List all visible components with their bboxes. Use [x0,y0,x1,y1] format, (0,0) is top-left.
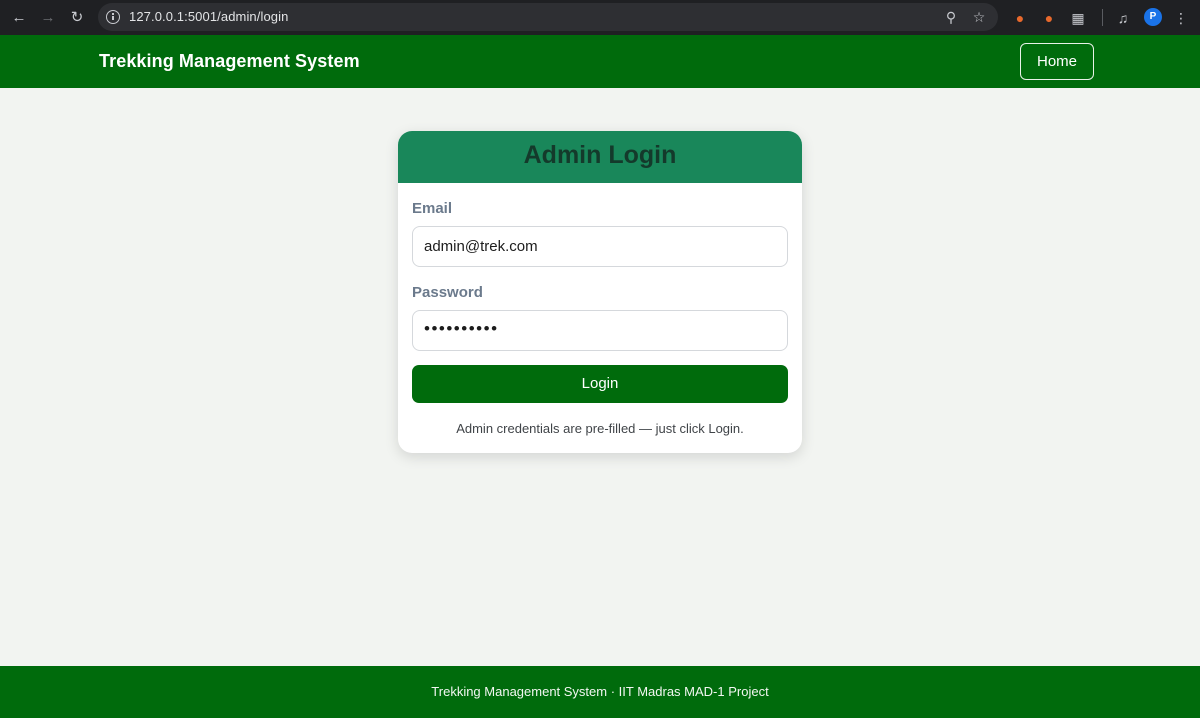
password-value: •••••••••• [424,319,499,338]
login-button[interactable]: Login [412,365,788,403]
card-title: Admin Login [523,141,677,169]
url-text[interactable]: 127.0.0.1:5001/admin/login [129,9,288,24]
prefill-hint: Admin credentials are pre-filled — just … [456,421,744,436]
media-controls-icon[interactable]: ♫ [1112,7,1134,29]
brand-title[interactable]: Trekking Management System [99,51,360,72]
toolbar-divider [1102,9,1103,26]
page-footer: Trekking Management System · IIT Madras … [0,666,1200,718]
back-icon[interactable]: ← [8,7,30,29]
browser-toolbar: ← → ↻ 127.0.0.1:5001/admin/login ⚲ ☆ ● ●… [0,0,1200,35]
admin-login-card: Admin Login Email admin@trek.com Passwor… [398,131,802,453]
address-bar[interactable]: 127.0.0.1:5001/admin/login ⚲ ☆ [98,3,998,31]
zoom-icon[interactable]: ⚲ [941,7,961,27]
extension-orange-icon[interactable]: ● [1038,7,1060,29]
bookmark-star-icon[interactable]: ☆ [969,7,989,27]
password-label: Password [412,284,483,301]
profile-avatar[interactable]: P [1144,8,1162,26]
extensions-puzzle-icon[interactable]: ▦ [1067,7,1089,29]
card-header: Admin Login [398,131,802,183]
home-button[interactable]: Home [1020,43,1094,80]
app-navbar: Trekking Management System Home [0,35,1200,88]
password-field[interactable]: •••••••••• [412,310,788,351]
site-info-icon[interactable] [106,10,120,24]
email-label: Email [412,200,453,217]
email-field[interactable]: admin@trek.com [412,226,788,267]
footer-text: Trekking Management System · IIT Madras … [431,684,769,699]
forward-icon[interactable]: → [37,7,59,29]
extension-fox-icon[interactable]: ● [1009,7,1031,29]
reload-icon[interactable]: ↻ [66,7,88,29]
email-value: admin@trek.com [424,238,538,255]
browser-menu-icon[interactable]: ⋮ [1170,7,1192,29]
